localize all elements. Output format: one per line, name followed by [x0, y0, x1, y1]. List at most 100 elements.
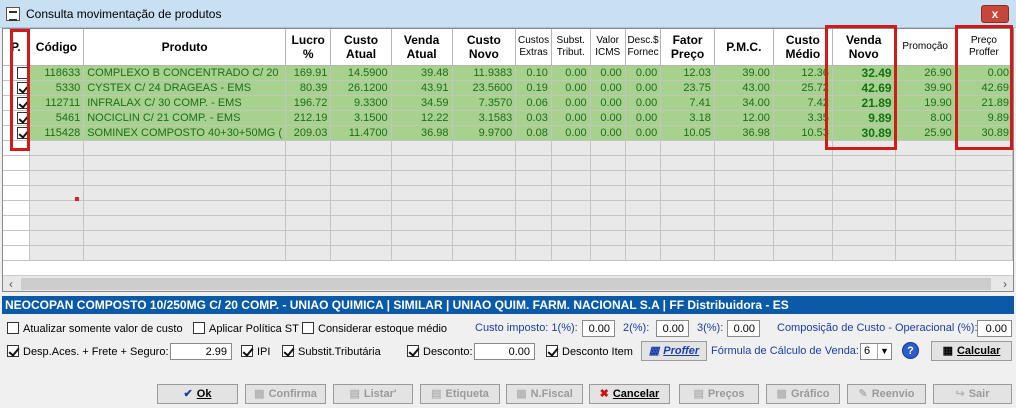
empty-cell	[955, 155, 1013, 171]
empty-cell	[625, 200, 662, 216]
empty-cell	[29, 215, 85, 231]
col-custos-extras[interactable]: Custos Extras	[515, 29, 552, 66]
cancelar-button[interactable]: ✖ Cancelar	[589, 384, 670, 404]
empty-cell	[391, 170, 453, 186]
scroll-right-icon[interactable]: ›	[997, 276, 1013, 292]
cell-custo-novo: 7.3570	[452, 95, 517, 111]
empty-cell	[330, 245, 392, 261]
empty-cell	[625, 140, 662, 156]
composicao-input[interactable]: 0.00	[977, 320, 1012, 337]
row-checkbox[interactable]	[3, 125, 30, 141]
sair-button[interactable]: ↪ Sair	[933, 384, 1012, 404]
desconto-input[interactable]: 0.00	[474, 343, 535, 360]
col-venda-novo[interactable]: Venda Novo	[832, 29, 896, 66]
empty-cell	[83, 200, 287, 216]
empty-cell	[832, 200, 896, 216]
empty-cell	[515, 230, 552, 246]
table-row[interactable]: 5330 CYSTEX C/ 24 DRAGEAS - EMS 80.39 26.12…	[3, 80, 1013, 96]
imposto-1-input[interactable]: 0.00	[582, 320, 615, 337]
atualizar-checkbox[interactable]: Atualizar somente valor de custo	[7, 322, 183, 335]
empty-cell	[3, 140, 30, 156]
col-venda-atual[interactable]: Venda Atual	[391, 29, 453, 66]
empty-cell	[832, 140, 896, 156]
empty-cell	[895, 170, 956, 186]
reenvio-button[interactable]: ✎ Reenvio	[847, 384, 926, 404]
empty-cell	[590, 230, 626, 246]
row-checkbox[interactable]	[3, 95, 30, 111]
cell-proffer: 9.89	[955, 110, 1013, 126]
cell-pmc: 34.00	[714, 95, 774, 111]
cell-subst: 0.00	[551, 65, 591, 81]
scroll-left-icon[interactable]: ‹	[3, 276, 19, 292]
col-custo-atual[interactable]: Custo Atual	[330, 29, 392, 66]
empty-cell	[551, 155, 591, 171]
empty-cell	[625, 170, 662, 186]
col-lucro[interactable]: Lucro %	[285, 29, 332, 66]
desp-aces-input[interactable]: 2.99	[170, 343, 232, 360]
col-p[interactable]: P.	[3, 29, 30, 66]
col-custo-medio[interactable]: Custo Médio	[773, 29, 833, 66]
row-checkbox[interactable]	[3, 65, 30, 81]
row-checkbox[interactable]	[3, 110, 30, 126]
col-produto[interactable]: Produto	[83, 29, 287, 66]
precos-button[interactable]: ▤ Preços	[679, 384, 759, 404]
formula-select[interactable]: 6 ▼	[860, 343, 892, 360]
col-fator-preco[interactable]: Fator Preço	[660, 29, 715, 66]
col-codigo[interactable]: Código	[29, 29, 85, 66]
cell-fator: 23.75	[660, 80, 715, 96]
cell-subst: 0.00	[551, 125, 591, 141]
col-subst-tribut[interactable]: Subst. Tribut.	[551, 29, 591, 66]
empty-cell	[660, 245, 715, 261]
empty-cell	[391, 215, 453, 231]
empty-cell	[660, 215, 715, 231]
table-row[interactable]: 118633 COMPLEXO B CONCENTRADO C/ 20 169.91…	[3, 65, 1013, 81]
col-valor-icms[interactable]: Valor ICMS	[590, 29, 626, 66]
cell-pmc: 39.00	[714, 65, 774, 81]
desp-aces-checkbox[interactable]: Desp.Aces. + Frete + Seguro:	[7, 345, 169, 358]
col-pmc[interactable]: P.M.C.	[714, 29, 774, 66]
estoque-medio-checkbox[interactable]: Considerar estoque médio	[302, 322, 447, 335]
row-checkbox[interactable]	[3, 80, 30, 96]
proffer-button[interactable]: ▦ Proffer	[641, 341, 707, 361]
table-row[interactable]: 115428 SOMINEX COMPOSTO 40+30+50MG (209.0…	[3, 125, 1013, 141]
politica-st-checkbox[interactable]: Aplicar Política ST	[193, 322, 299, 335]
ipi-checkbox[interactable]: IPI	[241, 345, 270, 358]
listar-button[interactable]: ▤ Listar'	[333, 384, 413, 404]
empty-cell	[773, 200, 833, 216]
col-preco-proffer[interactable]: Preço Proffer	[955, 29, 1013, 66]
help-icon[interactable]: ?	[902, 342, 919, 359]
products-grid[interactable]: P. Código Produto Lucro % Custo Atual Ve…	[2, 28, 1014, 292]
table-row[interactable]: 112711 INFRALAX C/ 30 COMP. - EMS 196.72 9.…	[3, 95, 1013, 111]
desconto-checkbox[interactable]: Desconto:	[407, 345, 473, 358]
empty-cell	[773, 215, 833, 231]
cell-fator: 12.03	[660, 65, 715, 81]
confirma-button[interactable]: ▩ Confirma	[245, 384, 326, 404]
close-button[interactable]: x	[981, 5, 1009, 23]
substit-tributaria-checkbox[interactable]: Substit.Tributária	[282, 345, 381, 358]
empty-cell	[832, 185, 896, 201]
cell-custo-medio: 7.42	[773, 95, 833, 111]
scroll-thumb[interactable]	[21, 278, 991, 290]
grafico-button[interactable]: ▩ Gráfico	[766, 384, 840, 404]
col-custo-novo[interactable]: Custo Novo	[452, 29, 517, 66]
imposto-2-input[interactable]: 0.00	[656, 320, 689, 337]
cell-custos-extras: 0.19	[515, 80, 552, 96]
chart-icon: ▩	[776, 388, 787, 400]
empty-cell	[391, 140, 453, 156]
empty-cell	[29, 200, 85, 216]
col-desc-fornec[interactable]: Desc.$ Fornec	[625, 29, 662, 66]
cell-produto: SOMINEX COMPOSTO 40+30+50MG (	[83, 125, 287, 141]
horizontal-scrollbar[interactable]: ‹ ›	[3, 275, 1013, 291]
nfiscal-button[interactable]: ▦ N.Fiscal	[506, 384, 583, 404]
ok-button[interactable]: ✔ Ok	[157, 384, 238, 404]
cell-fator: 3.18	[660, 110, 715, 126]
etiqueta-button[interactable]: ▤ Etiqueta	[420, 384, 500, 404]
empty-cell	[895, 245, 956, 261]
imposto-3-input[interactable]: 0.00	[727, 320, 760, 337]
empty-cell	[330, 155, 392, 171]
calcular-button[interactable]: ▦ Calcular	[931, 341, 1012, 361]
table-row[interactable]: 5461 NOCICLIN C/ 21 COMP. - EMS 212.19 3.15…	[3, 110, 1013, 126]
desconto-item-checkbox[interactable]: Desconto Item	[546, 345, 633, 358]
empty-cell	[83, 140, 287, 156]
col-promocao[interactable]: Promoção	[895, 29, 956, 66]
